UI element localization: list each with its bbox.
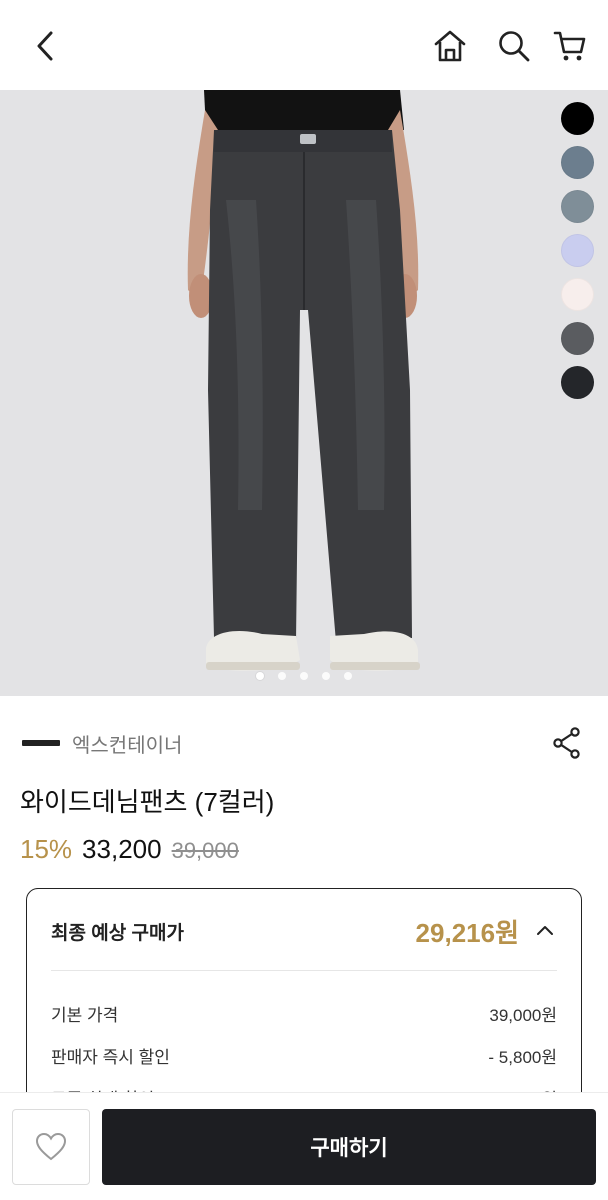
- final-price-label: 최종 예상 구매가: [51, 922, 184, 944]
- wishlist-button[interactable]: [12, 1109, 90, 1185]
- line-item-amount: - 5,800원: [488, 1048, 557, 1067]
- carousel-dot[interactable]: [256, 672, 264, 680]
- buy-button[interactable]: 구매하기: [102, 1109, 596, 1185]
- line-item-label: 판매자 즉시 할인: [51, 1048, 170, 1067]
- back-button[interactable]: [26, 24, 66, 68]
- color-swatch[interactable]: [561, 102, 594, 135]
- product-photo: [0, 90, 608, 696]
- price-row: 15% 33,200 39,000: [20, 834, 239, 865]
- discount-rate: 15%: [20, 834, 73, 864]
- heart-icon: [35, 1132, 67, 1161]
- price-line-item: 기본 가격 39,000원: [51, 1001, 557, 1026]
- color-swatch[interactable]: [561, 190, 594, 223]
- final-price-header[interactable]: 최종 예상 구매가 29,216원: [51, 913, 557, 949]
- carousel-dot[interactable]: [300, 672, 308, 680]
- home-icon: [434, 30, 466, 62]
- color-swatch[interactable]: [561, 146, 594, 179]
- color-swatch[interactable]: [561, 366, 594, 399]
- cart-icon: [553, 31, 586, 61]
- share-button[interactable]: [550, 726, 584, 760]
- carousel-dot[interactable]: [322, 672, 330, 680]
- color-swatch[interactable]: [561, 234, 594, 267]
- final-price-value: 29,216원: [415, 917, 519, 948]
- cart-button[interactable]: [548, 24, 592, 68]
- brand-row: 엑스컨테이너: [22, 726, 588, 760]
- divider: [51, 970, 557, 971]
- color-swatches: [561, 102, 594, 399]
- carousel-dot[interactable]: [344, 672, 352, 680]
- price-line-item: 판매자 즉시 할인 - 5,800원: [51, 1043, 557, 1068]
- carousel-dot[interactable]: [278, 672, 286, 680]
- line-item-label: 기본 가격: [51, 1006, 119, 1025]
- brand-logo[interactable]: [22, 740, 60, 746]
- home-button[interactable]: [428, 24, 472, 68]
- product-title: 와이드데님팬츠 (7컬러): [20, 787, 275, 817]
- carousel-indicator: [0, 672, 608, 680]
- brand-name[interactable]: 엑스컨테이너: [72, 729, 182, 758]
- chevron-left-icon: [37, 31, 53, 61]
- chevron-up-icon[interactable]: [533, 919, 557, 943]
- search-button[interactable]: [492, 24, 536, 68]
- line-item-amount: 39,000원: [489, 1006, 557, 1025]
- search-icon: [499, 31, 530, 62]
- top-bar: [0, 0, 608, 90]
- color-swatch[interactable]: [561, 322, 594, 355]
- sale-price: 33,200: [82, 834, 162, 864]
- color-swatch[interactable]: [561, 278, 594, 311]
- product-image-gallery[interactable]: [0, 90, 608, 696]
- bottom-action-bar: 구매하기: [0, 1092, 608, 1200]
- share-icon: [553, 727, 580, 759]
- original-price: 39,000: [171, 838, 239, 863]
